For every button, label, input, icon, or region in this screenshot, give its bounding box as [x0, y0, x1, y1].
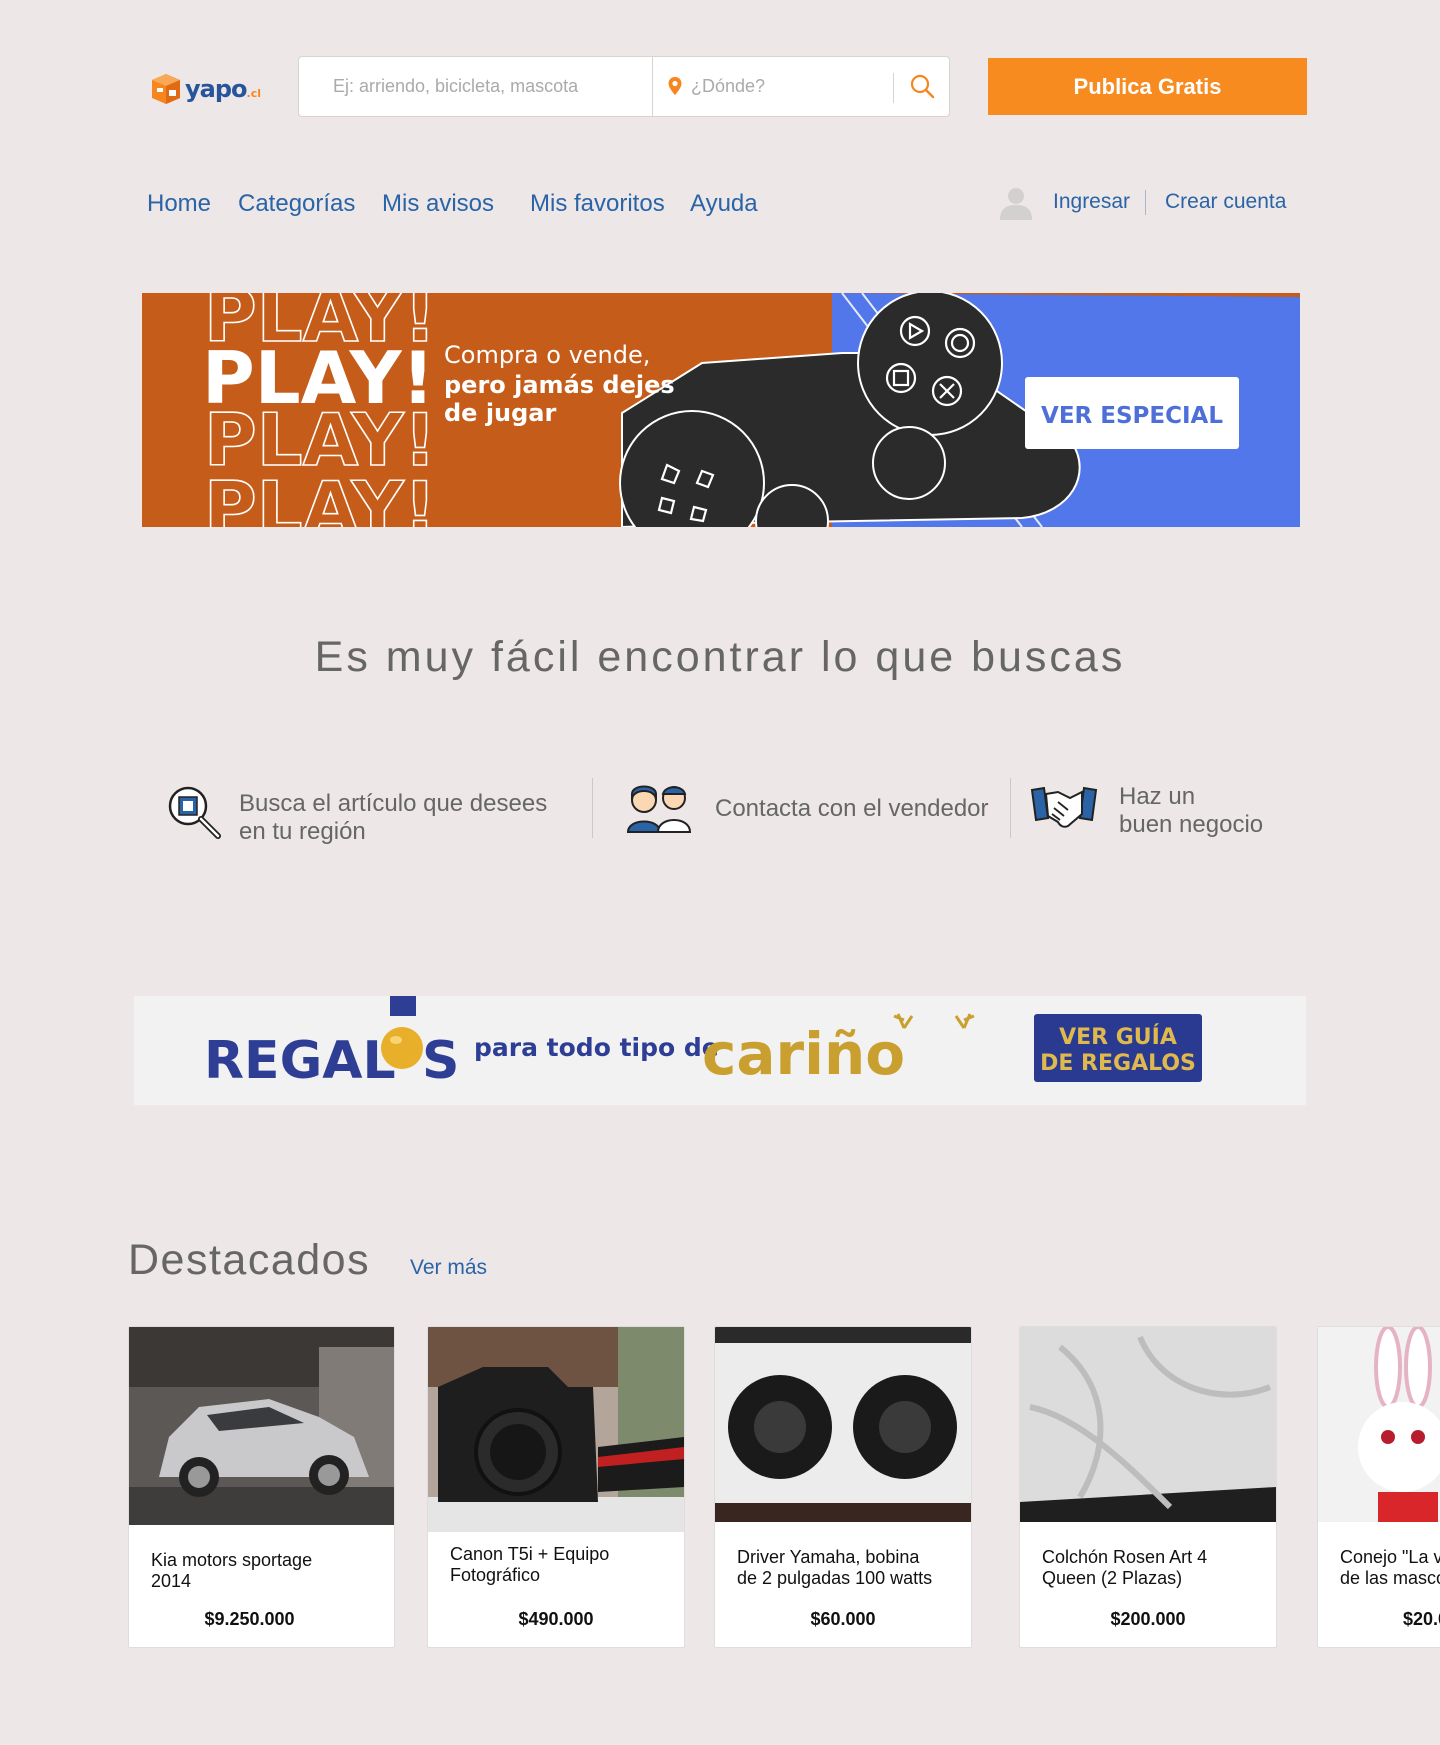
listing-title: Kia motors sportage 2014: [151, 1550, 312, 1592]
listing-price: $60.000: [810, 1609, 876, 1629]
gifts-cta-line-1[interactable]: VER GUÍA: [1059, 1024, 1177, 1050]
step-1-text: Busca el artículo que desees en tu regió…: [239, 790, 547, 846]
nav-my-ads[interactable]: Mis avisos: [382, 190, 494, 218]
gifts-promo-banner[interactable]: REGAL S para todo tipo de cariño VER GUÍ…: [134, 996, 1306, 1105]
gifts-word: REGAL: [204, 1031, 396, 1091]
search-icon: [910, 74, 935, 99]
nav-my-favorites[interactable]: Mis favoritos: [530, 190, 665, 218]
listing-title: Conejo "La v de las masco: [1340, 1547, 1440, 1589]
play-outline-3: PLAY!: [204, 466, 436, 527]
login-link[interactable]: Ingresar: [1053, 190, 1130, 214]
nav-categories[interactable]: Categorías: [238, 190, 355, 218]
step-divider: [592, 778, 593, 838]
listing-title: Colchón Rosen Art 4 Queen (2 Plazas): [1042, 1547, 1207, 1589]
step-divider: [1010, 778, 1011, 838]
listing-title-line-1: Conejo "La v: [1340, 1547, 1440, 1567]
listing-title-line-2: de 2 pulgadas 100 watts: [737, 1568, 933, 1588]
listing-price: $20.0: [1403, 1609, 1440, 1629]
location-input[interactable]: [687, 67, 895, 105]
step-1-line-2: en tu región: [239, 818, 366, 845]
listing-title: Canon T5i + Equipo Fotográfico: [450, 1544, 609, 1586]
listing-card[interactable]: Kia motors sportage 2014 $9.250.000: [128, 1326, 395, 1648]
listing-title-line-1: Canon T5i + Equipo: [450, 1544, 610, 1564]
register-link[interactable]: Crear cuenta: [1165, 190, 1286, 214]
step-2-text: Contacta con el vendedor: [715, 795, 989, 823]
listing-card[interactable]: Conejo "La v de las masco $20.0: [1317, 1326, 1440, 1648]
gifts-cta-line-2[interactable]: DE REGALOS: [1040, 1051, 1196, 1076]
bunny-plush-photo: [1318, 1327, 1440, 1522]
listing-image[interactable]: [1318, 1327, 1440, 1522]
people-contact-icon: [626, 785, 692, 833]
nav-help[interactable]: Ayuda: [690, 190, 758, 218]
step-3-line-2: buen negocio: [1119, 811, 1264, 838]
handshake-icon: [1030, 786, 1098, 828]
magnifier-icon: [168, 786, 221, 839]
listing-image[interactable]: [129, 1327, 394, 1525]
listing-price: $200.000: [1110, 1609, 1186, 1629]
listing-title-line-2: 2014: [151, 1571, 192, 1591]
search-input[interactable]: [313, 67, 681, 105]
auth-divider: [1145, 190, 1146, 215]
see-more-link[interactable]: Ver más: [410, 1256, 487, 1280]
listing-title-line-2: Fotográfico: [450, 1565, 541, 1585]
logo-suffix: .cl: [246, 87, 261, 100]
search-button-divider: [893, 73, 894, 103]
nav-home[interactable]: Home: [147, 190, 211, 218]
step-2-line-1: Contacta con el vendedor: [715, 795, 989, 822]
listing-card[interactable]: Canon T5i + Equipo Fotográfico $490.000: [427, 1326, 685, 1648]
featured-title: Destacados: [128, 1236, 371, 1284]
play-headline: PLAY!: [202, 336, 434, 420]
box-logo-icon: [152, 74, 180, 104]
play-promo-banner[interactable]: PLAY! PLAY! PLAY! PLAY! Compra o vende, …: [142, 293, 1300, 527]
step-1-line-1: Busca el artículo que desees: [239, 790, 548, 817]
search-button[interactable]: [899, 65, 945, 107]
listing-title-line-1: Driver Yamaha, bobina: [737, 1547, 920, 1567]
play-line-1: Compra o vende,: [444, 341, 650, 369]
location-pin-icon: [668, 77, 682, 95]
gifts-carino-word: cariño: [702, 1020, 905, 1088]
publish-free-button[interactable]: Publica Gratis: [988, 58, 1307, 115]
listing-title-line-2: de las masco: [1340, 1568, 1440, 1588]
step-3-line-1: Haz un: [1119, 783, 1196, 810]
listing-title: Driver Yamaha, bobina de 2 pulgadas 100 …: [737, 1547, 932, 1589]
listing-title-line-1: Kia motors sportage: [151, 1550, 313, 1570]
logo-text: yapo: [185, 75, 248, 103]
listing-title-line-2: Queen (2 Plazas): [1042, 1568, 1183, 1588]
play-line-2: pero jamás dejes: [444, 371, 675, 399]
search-bar: [298, 56, 950, 117]
play-cta[interactable]: VER ESPECIAL: [1041, 403, 1223, 429]
gifts-banner-art: REGAL S para todo tipo de cariño VER GUÍ…: [204, 996, 1202, 1091]
tagline: Es muy fácil encontrar lo que buscas: [314, 633, 1126, 681]
listing-price: $490.000: [518, 1609, 594, 1629]
speakers-photo: [715, 1327, 971, 1522]
user-avatar-icon: [1000, 188, 1032, 220]
play-line-3: de jugar: [444, 399, 557, 427]
gifts-middle-text: para todo tipo de: [474, 1033, 719, 1062]
gifts-word-s: S: [422, 1031, 459, 1091]
listing-image[interactable]: [715, 1327, 971, 1522]
listing-price: $9.250.000: [204, 1609, 295, 1629]
search-divider: [652, 57, 653, 116]
listing-image[interactable]: [428, 1327, 684, 1532]
yapo-logo[interactable]: yapo.cl: [150, 66, 276, 112]
step-3-text: Haz un buen negocio: [1119, 783, 1263, 839]
play-banner-art: PLAY! PLAY! PLAY! PLAY! Compra o vende, …: [142, 293, 1300, 527]
camera-photo: [428, 1327, 684, 1532]
listing-image[interactable]: [1020, 1327, 1276, 1522]
listing-title-line-1: Colchón Rosen Art 4: [1042, 1547, 1208, 1567]
mattress-photo: [1020, 1327, 1276, 1522]
listing-card[interactable]: Driver Yamaha, bobina de 2 pulgadas 100 …: [714, 1326, 972, 1648]
car-photo: [129, 1327, 394, 1525]
listing-card[interactable]: Colchón Rosen Art 4 Queen (2 Plazas) $20…: [1019, 1326, 1277, 1648]
